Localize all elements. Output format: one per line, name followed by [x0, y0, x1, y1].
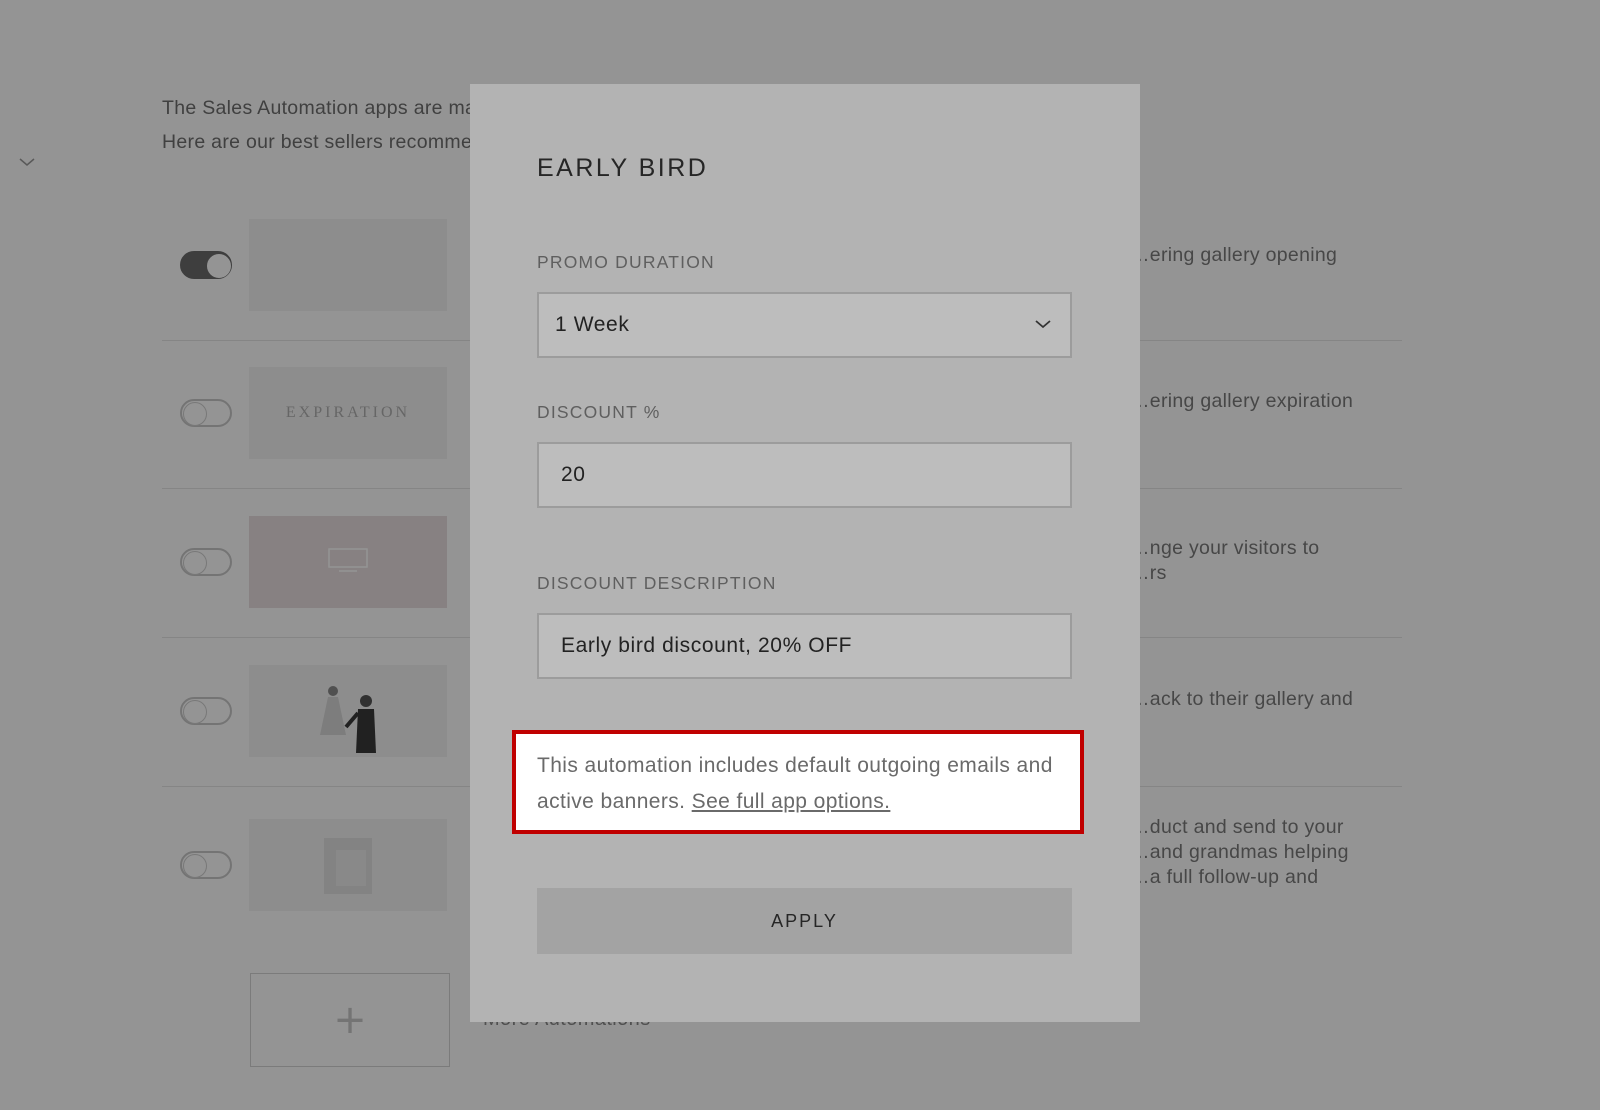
full-app-options-link[interactable]: See full app options. [692, 790, 891, 813]
modal-title: EARLY BIRD [537, 154, 709, 182]
discount-description-label: DISCOUNT DESCRIPTION [537, 573, 777, 593]
apply-button[interactable]: APPLY [537, 888, 1072, 954]
automation-note: This automation includes default outgoin… [512, 730, 1084, 834]
discount-description-input[interactable]: Early bird discount, 20% OFF [537, 613, 1072, 679]
chevron-down-icon [1035, 320, 1051, 329]
discount-label: DISCOUNT % [537, 402, 661, 422]
discount-value: 20 [561, 463, 586, 486]
page: The Sales Automation apps are made to he… [0, 0, 1600, 1110]
note-text: This automation includes default outgoin… [537, 748, 1077, 820]
promo-duration-value: 1 Week [555, 313, 630, 336]
discount-description-value: Early bird discount, 20% OFF [561, 634, 853, 657]
promo-duration-select[interactable]: 1 Week [537, 292, 1072, 358]
promo-duration-label: PROMO DURATION [537, 252, 715, 272]
early-bird-modal: EARLY BIRD PROMO DURATION 1 Week DISCOUN… [470, 84, 1140, 1022]
discount-input[interactable]: 20 [537, 442, 1072, 508]
